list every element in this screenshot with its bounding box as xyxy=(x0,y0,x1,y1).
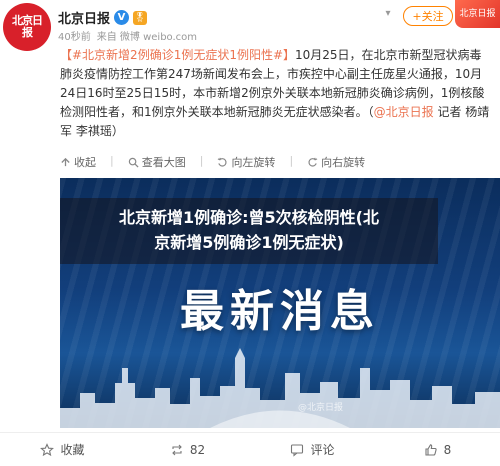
verified-icon: V xyxy=(114,10,130,25)
like-button[interactable]: 8 xyxy=(375,443,500,457)
rotate-right-label: 向右旋转 xyxy=(321,156,366,169)
favorite-button[interactable]: 收藏 xyxy=(0,441,125,458)
rotate-right-action[interactable]: 向右旋转 xyxy=(307,154,365,170)
overlay-line-2: 京新增5例确诊1例无症状) xyxy=(154,233,344,252)
topic-link[interactable]: 【#北京新增2例确诊1例无症状1例阳性#】 xyxy=(60,48,295,62)
arrow-up-icon xyxy=(61,157,70,166)
medal-icon: 🎖 xyxy=(133,10,148,25)
post-meta: 40秒前 来自 微博 weibo.com xyxy=(58,28,197,43)
comment-label: 评论 xyxy=(310,443,335,457)
city-skyline xyxy=(60,348,500,428)
divider: | xyxy=(199,154,204,167)
repost-button[interactable]: 82 xyxy=(125,443,250,457)
rotate-left-icon xyxy=(218,157,227,167)
promo-tag[interactable]: 北京日报 xyxy=(455,0,500,28)
rotate-left-label: 向左旋转 xyxy=(231,156,276,169)
image-watermark: @北京日报 xyxy=(298,403,344,413)
post-source[interactable]: 来自 微博 weibo.com xyxy=(97,28,197,43)
image-actions: 收起 | 查看大图 | 向左旋转 | 向右旋转 xyxy=(60,154,365,170)
post-header: 北京日报 北京日报 V 🎖 40秒前 来自 微博 weibo.com ▾ +关注… xyxy=(0,0,500,51)
thumbs-up-icon xyxy=(425,443,437,456)
collapse-action[interactable]: 收起 xyxy=(60,154,96,170)
repost-count: 82 xyxy=(189,442,206,457)
rotate-left-action[interactable]: 向左旋转 xyxy=(217,154,275,170)
favorite-label: 收藏 xyxy=(60,443,85,457)
comment-button[interactable]: 评论 xyxy=(250,441,375,458)
chevron-down-icon[interactable]: ▾ xyxy=(381,6,395,20)
avatar[interactable]: 北京日报 xyxy=(3,3,51,51)
account-name[interactable]: 北京日报 xyxy=(58,8,110,27)
image-overlay-title: 北京新增1例确诊:曾5次核检阴性(北 京新增5例确诊1例无症状) xyxy=(60,198,438,264)
follow-button[interactable]: +关注 xyxy=(403,6,453,26)
overlay-line-1: 北京新增1例确诊:曾5次核检阴性(北 xyxy=(119,208,379,227)
post-time: 40秒前 xyxy=(58,32,91,43)
divider: | xyxy=(289,154,294,167)
divider: | xyxy=(110,154,114,167)
view-large-label: 查看大图 xyxy=(141,156,186,169)
rotate-right-icon xyxy=(308,157,318,167)
post-footer: 收藏 82 评论 8 xyxy=(0,432,500,466)
search-icon xyxy=(128,157,139,168)
collapse-label: 收起 xyxy=(74,156,96,169)
like-count: 8 xyxy=(443,442,452,457)
image-headline: 最新消息 xyxy=(180,286,380,337)
avatar-text: 北京日报 xyxy=(12,14,43,39)
mention-link[interactable]: @北京日报 xyxy=(374,105,434,119)
post-text: 【#北京新增2例确诊1例无症状1例阳性#】10月25日，在北京市新型冠状病毒肺炎… xyxy=(60,46,492,141)
view-large-action[interactable]: 查看大图 xyxy=(128,154,186,170)
comment-icon xyxy=(291,443,304,457)
repost-icon xyxy=(172,444,182,455)
name-row: 北京日报 V 🎖 xyxy=(58,8,148,27)
star-icon xyxy=(40,442,55,456)
